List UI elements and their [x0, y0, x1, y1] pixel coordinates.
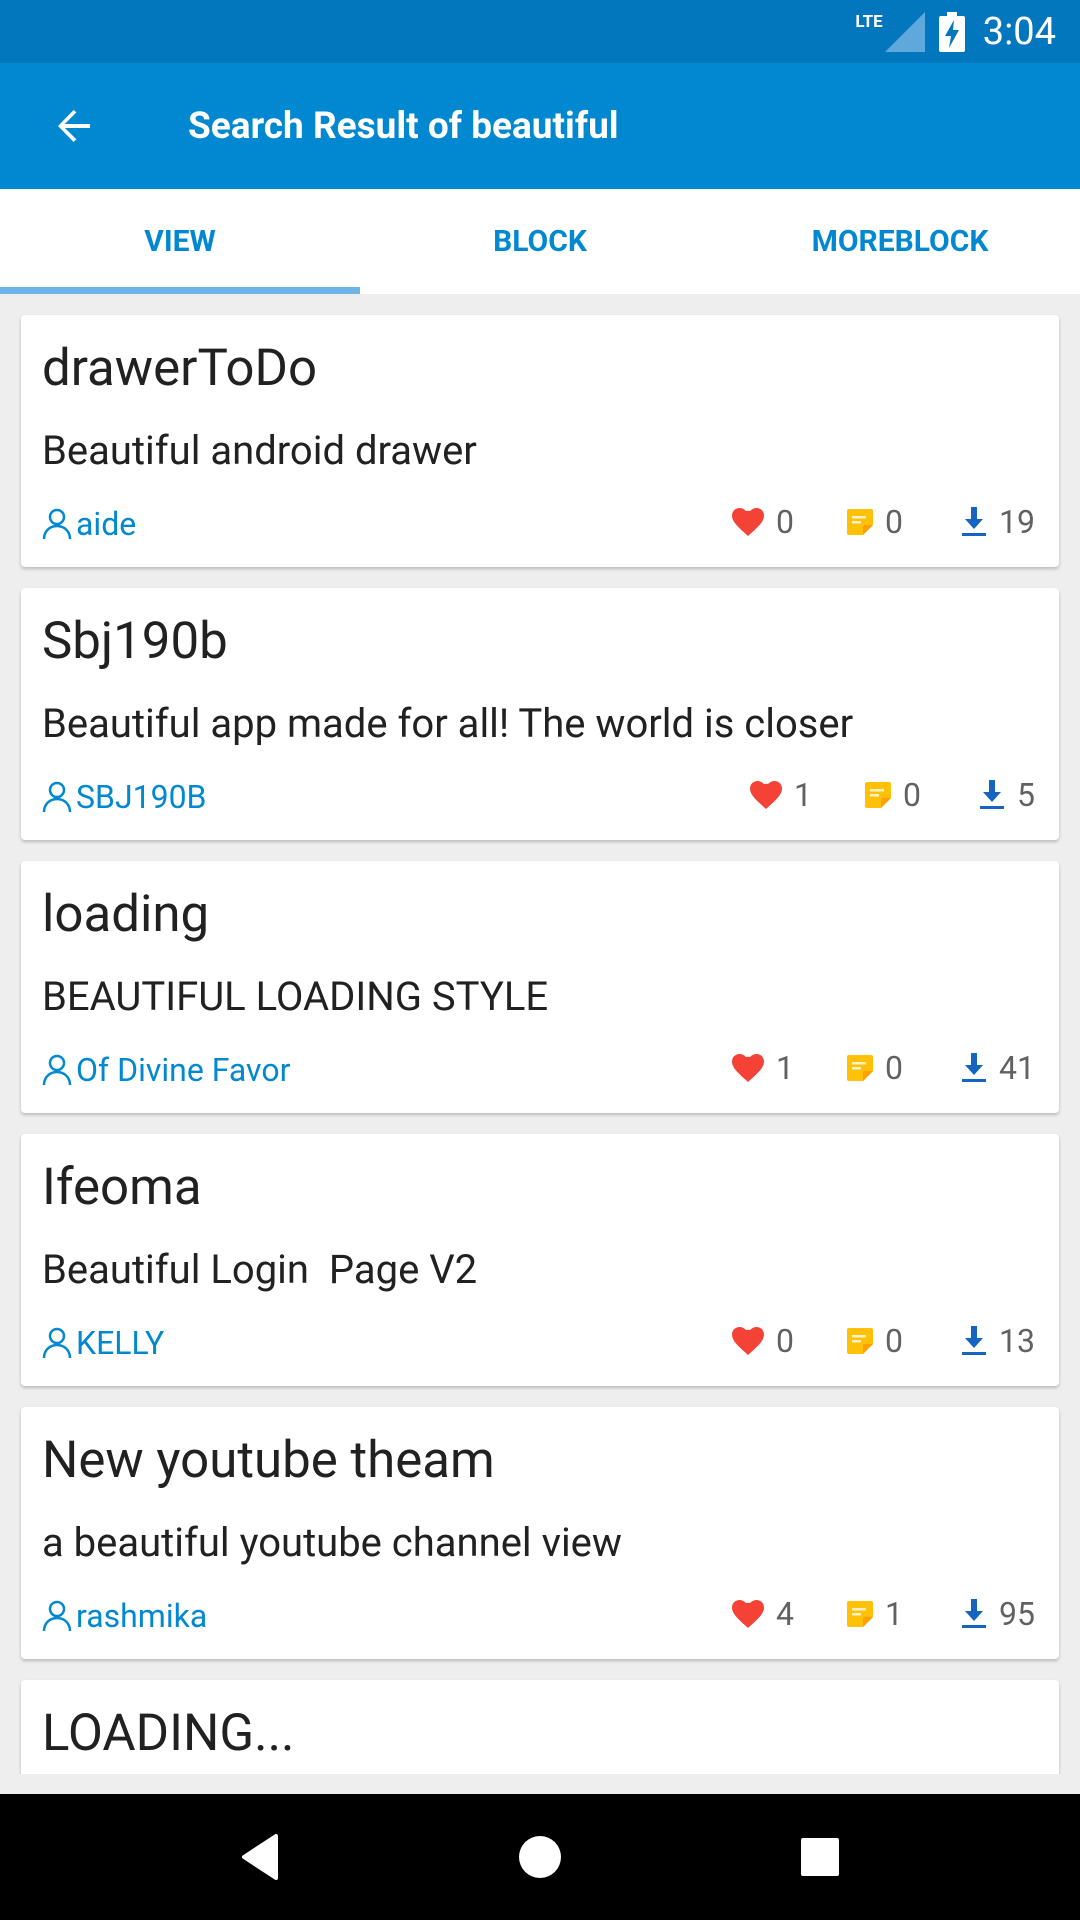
system-nav-bar: [0, 1794, 1080, 1920]
nav-home-button[interactable]: [495, 1812, 585, 1902]
circle-home-icon: [519, 1836, 561, 1878]
result-card[interactable]: Sbj190b Beautiful app made for all! The …: [21, 588, 1059, 840]
app-bar: Search Result of beautiful: [0, 63, 1080, 189]
likes-stat: 4: [732, 1595, 794, 1633]
heart-icon: [732, 1600, 764, 1628]
note-icon: [847, 1601, 873, 1627]
note-icon: [847, 1055, 873, 1081]
note-icon: [865, 782, 891, 808]
comments-count: 0: [885, 1049, 903, 1087]
comments-stat: 0: [847, 1322, 903, 1360]
likes-stat: 0: [732, 503, 794, 541]
page-title: Search Result of beautiful: [188, 104, 619, 148]
likes-count: 0: [776, 1322, 794, 1360]
result-card[interactable]: loading BEAUTIFUL LOADING STYLE Of Divin…: [21, 861, 1059, 1113]
note-icon: [847, 509, 873, 535]
author-name: aide: [76, 505, 137, 543]
download-icon: [962, 1053, 986, 1082]
project-name: New youtube theam: [42, 1431, 495, 1490]
nav-back-button[interactable]: [215, 1812, 305, 1902]
status-bar: LTE 3:04: [0, 0, 1080, 63]
comments-count: 1: [885, 1595, 903, 1633]
author-name: SBJ190B: [76, 778, 207, 816]
person-outline-icon: [42, 1054, 72, 1086]
downloads-count: 41: [999, 1049, 1035, 1087]
battery-charging-icon: [938, 11, 965, 52]
heart-icon: [732, 1054, 764, 1082]
downloads-stat: 95: [961, 1595, 1035, 1633]
network-type: LTE: [855, 11, 883, 32]
project-description: Beautiful Login Page V2: [42, 1246, 478, 1293]
download-icon: [980, 780, 1004, 809]
person-outline-icon: [42, 1600, 72, 1632]
project-name: LOADING...: [42, 1704, 295, 1763]
arrow-back-icon: [58, 110, 90, 142]
tab-view[interactable]: VIEW: [0, 189, 360, 294]
comments-count: 0: [885, 1322, 903, 1360]
person-outline-icon: [42, 508, 72, 540]
signal-icon: [884, 11, 925, 52]
downloads-count: 95: [999, 1595, 1035, 1633]
project-description: Beautiful app made for all! The world is…: [42, 700, 854, 747]
author-name: Of Divine Favor: [76, 1051, 291, 1089]
nav-recents-button[interactable]: [775, 1812, 865, 1902]
author-link[interactable]: SBJ190B: [42, 778, 206, 816]
downloads-stat: 13: [961, 1322, 1035, 1360]
downloads-count: 5: [1017, 776, 1035, 814]
back-button[interactable]: [38, 90, 110, 162]
project-description: Beautiful android drawer: [42, 427, 477, 474]
comments-stat: 1: [847, 1595, 903, 1633]
downloads-stat: 19: [961, 503, 1035, 541]
likes-count: 4: [776, 1595, 794, 1633]
download-icon: [962, 1599, 986, 1628]
heart-icon: [732, 1327, 764, 1355]
project-name: Sbj190b: [42, 612, 228, 671]
author-name: KELLY: [76, 1324, 165, 1362]
likes-count: 1: [794, 776, 812, 814]
author-link[interactable]: rashmika: [42, 1597, 207, 1635]
heart-icon: [732, 508, 764, 536]
project-name: drawerToDo: [42, 339, 318, 398]
comments-count: 0: [903, 776, 921, 814]
result-card[interactable]: drawerToDo Beautiful android drawer aide…: [21, 315, 1059, 567]
result-card[interactable]: LOADING...: [21, 1680, 1059, 1774]
heart-icon: [750, 781, 782, 809]
author-link[interactable]: Of Divine Favor: [42, 1051, 290, 1089]
downloads-stat: 41: [961, 1049, 1035, 1087]
likes-count: 1: [776, 1049, 794, 1087]
comments-stat: 0: [847, 503, 903, 541]
tab-bar: VIEW BLOCK MOREBLOCK: [0, 189, 1080, 294]
likes-stat: 0: [732, 1322, 794, 1360]
comments-count: 0: [885, 503, 903, 541]
likes-stat: 1: [732, 1049, 794, 1087]
comments-stat: 0: [865, 776, 921, 814]
author-link[interactable]: KELLY: [42, 1324, 164, 1362]
note-icon: [847, 1328, 873, 1354]
project-description: a beautiful youtube channel view: [42, 1519, 622, 1566]
author-name: rashmika: [76, 1597, 208, 1635]
tab-block[interactable]: BLOCK: [360, 189, 720, 294]
project-name: Ifeoma: [42, 1158, 202, 1217]
downloads-count: 19: [999, 503, 1035, 541]
person-outline-icon: [42, 1327, 72, 1359]
downloads-stat: 5: [979, 776, 1035, 814]
result-list[interactable]: drawerToDo Beautiful android drawer aide…: [0, 294, 1080, 1774]
comments-stat: 0: [847, 1049, 903, 1087]
project-description: BEAUTIFUL LOADING STYLE: [42, 973, 549, 1020]
result-card[interactable]: New youtube theam a beautiful youtube ch…: [21, 1407, 1059, 1659]
clock: 3:04: [982, 9, 1056, 54]
project-name: loading: [42, 885, 210, 944]
likes-stat: 1: [750, 776, 812, 814]
download-icon: [962, 1326, 986, 1355]
downloads-count: 13: [999, 1322, 1035, 1360]
person-outline-icon: [42, 781, 72, 813]
author-link[interactable]: aide: [42, 505, 136, 543]
likes-count: 0: [776, 503, 794, 541]
square-recents-icon: [801, 1838, 839, 1876]
result-card[interactable]: Ifeoma Beautiful Login Page V2 KELLY 0 0: [21, 1134, 1059, 1386]
tab-moreblock[interactable]: MOREBLOCK: [720, 189, 1080, 294]
triangle-back-icon: [242, 1834, 278, 1880]
download-icon: [962, 507, 986, 536]
